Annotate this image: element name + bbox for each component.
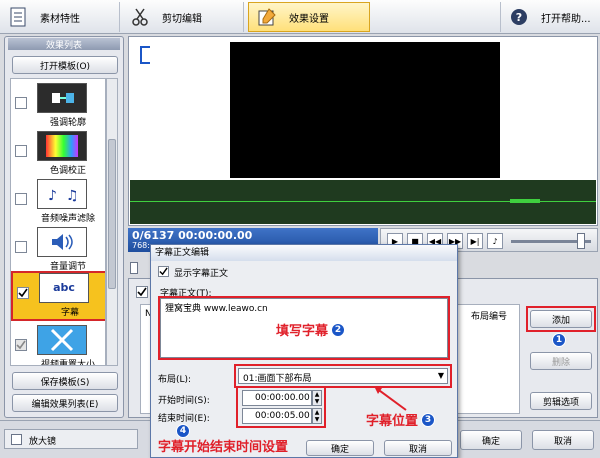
volume-slider-thumb[interactable] xyxy=(577,233,585,249)
dialog-ok-button[interactable]: 确定 xyxy=(306,440,374,456)
filmstrip-icon xyxy=(37,83,87,113)
skip-end-icon[interactable]: ▶| xyxy=(467,233,483,249)
open-template-button[interactable]: 打开模板(O) xyxy=(12,56,118,74)
list-item-audio-noise-filter[interactable]: ♪ ♫ 音频噪声滤除 xyxy=(11,177,105,225)
annotation-fill-text: 填写字幕 2 xyxy=(276,320,346,339)
end-time-label: 结束时间(E): xyxy=(158,414,210,424)
subtitle-checkbox[interactable] xyxy=(136,286,148,298)
volume-icon[interactable]: ♪ xyxy=(487,233,503,249)
layout-label: 布局(L): xyxy=(158,375,192,385)
annotation-badge-2: 2 xyxy=(331,322,346,337)
tab-label: 打开帮助... xyxy=(541,13,591,25)
list-item-volume-adjust[interactable]: 音量调节 xyxy=(11,225,105,273)
tab-effects-settings[interactable]: 效果设置 xyxy=(248,2,370,32)
scrollbar-thumb[interactable] xyxy=(108,139,116,289)
effect-checkbox-checked[interactable] xyxy=(17,287,29,299)
effect-checkbox[interactable] xyxy=(15,241,27,253)
svg-text:♪: ♪ xyxy=(48,188,57,204)
tab-material-properties[interactable]: 素材特性 xyxy=(0,2,120,32)
resolution-readout: 768: xyxy=(132,241,150,250)
magnifier-checkbox[interactable] xyxy=(11,434,22,445)
edit-effects-list-button[interactable]: 编辑效果列表(E) xyxy=(12,394,118,412)
main-ok-button[interactable]: 确定 xyxy=(460,430,522,450)
tab-cut-edit[interactable]: 剪切编辑 xyxy=(122,2,244,32)
annotation-badge-1: 1 xyxy=(552,333,566,347)
open-help-button[interactable]: ? 打开帮助... xyxy=(500,2,600,32)
svg-text:♫: ♫ xyxy=(66,188,79,204)
effects-panel-title: 效果列表 xyxy=(8,38,120,51)
time-inputs-highlight xyxy=(236,386,326,428)
frame-time-readout: 0/6137 00:00:00.00 xyxy=(132,229,253,242)
annotation-badge-3: 3 xyxy=(421,412,436,427)
speaker-icon xyxy=(37,227,87,257)
svg-text:?: ? xyxy=(516,11,522,24)
effects-icon xyxy=(255,5,279,29)
start-time-label: 开始时间(S): xyxy=(158,396,210,406)
save-template-button[interactable]: 保存模板(S) xyxy=(12,372,118,390)
delete-button[interactable]: 删除 xyxy=(530,352,592,370)
effects-list-scrollbar[interactable] xyxy=(106,78,118,366)
document-icon xyxy=(6,5,30,29)
tab-label: 剪切编辑 xyxy=(162,13,202,25)
top-tab-bar: 素材特性 剪切编辑 效果设置 ? 打开帮助... xyxy=(0,0,600,34)
effect-checkbox[interactable] xyxy=(15,145,27,157)
color-palette-icon xyxy=(37,131,87,161)
resize-arrows-icon xyxy=(37,325,87,355)
layout-number-header: 布局编号 xyxy=(471,312,508,322)
effects-list: 强调轮廓 色调校正 ♪ ♫ 音频噪声滤除 音量调节 abc 字幕 视频重置大小 xyxy=(10,78,106,366)
effect-checkbox[interactable] xyxy=(15,193,27,205)
main-cancel-button[interactable]: 取消 xyxy=(532,430,594,450)
add-button-highlight xyxy=(526,306,596,332)
video-frame xyxy=(230,42,500,178)
list-item-color-correction[interactable]: 色调校正 xyxy=(11,129,105,177)
annotation-timing: 字幕开始结束时间设置 xyxy=(158,440,289,455)
list-item-emphasize-outline[interactable]: 强调轮廓 xyxy=(11,81,105,129)
subtitle-thumb-icon: abc xyxy=(39,273,89,303)
tab-label: 素材特性 xyxy=(40,13,80,25)
tab-label: 效果设置 xyxy=(289,13,329,25)
music-note-icon: ♪ ♫ xyxy=(37,179,87,209)
timeline-slider-thumb[interactable] xyxy=(130,262,138,274)
bracket-marker xyxy=(140,46,150,64)
magnifier-toggle[interactable]: 放大镜 xyxy=(4,429,138,449)
clip-options-button[interactable]: 剪辑选项 xyxy=(530,392,592,410)
effect-checkbox-checked[interactable] xyxy=(15,339,27,351)
effect-checkbox[interactable] xyxy=(15,97,27,109)
audio-waveform xyxy=(130,180,596,224)
annotation-position: 字幕位置 3 xyxy=(366,410,436,429)
help-icon: ? xyxy=(507,5,531,29)
show-text-label: 显示字幕正文 xyxy=(174,269,229,279)
layout-select-highlight xyxy=(234,364,452,388)
list-item-video-resize[interactable]: 视频重置大小 xyxy=(11,323,105,365)
scissors-icon xyxy=(128,5,152,29)
dialog-cancel-button[interactable]: 取消 xyxy=(384,440,452,456)
show-text-checkbox[interactable] xyxy=(158,266,169,277)
list-item-subtitle[interactable]: abc 字幕 xyxy=(11,271,105,321)
dialog-title: 字幕正文编辑 xyxy=(151,245,457,261)
